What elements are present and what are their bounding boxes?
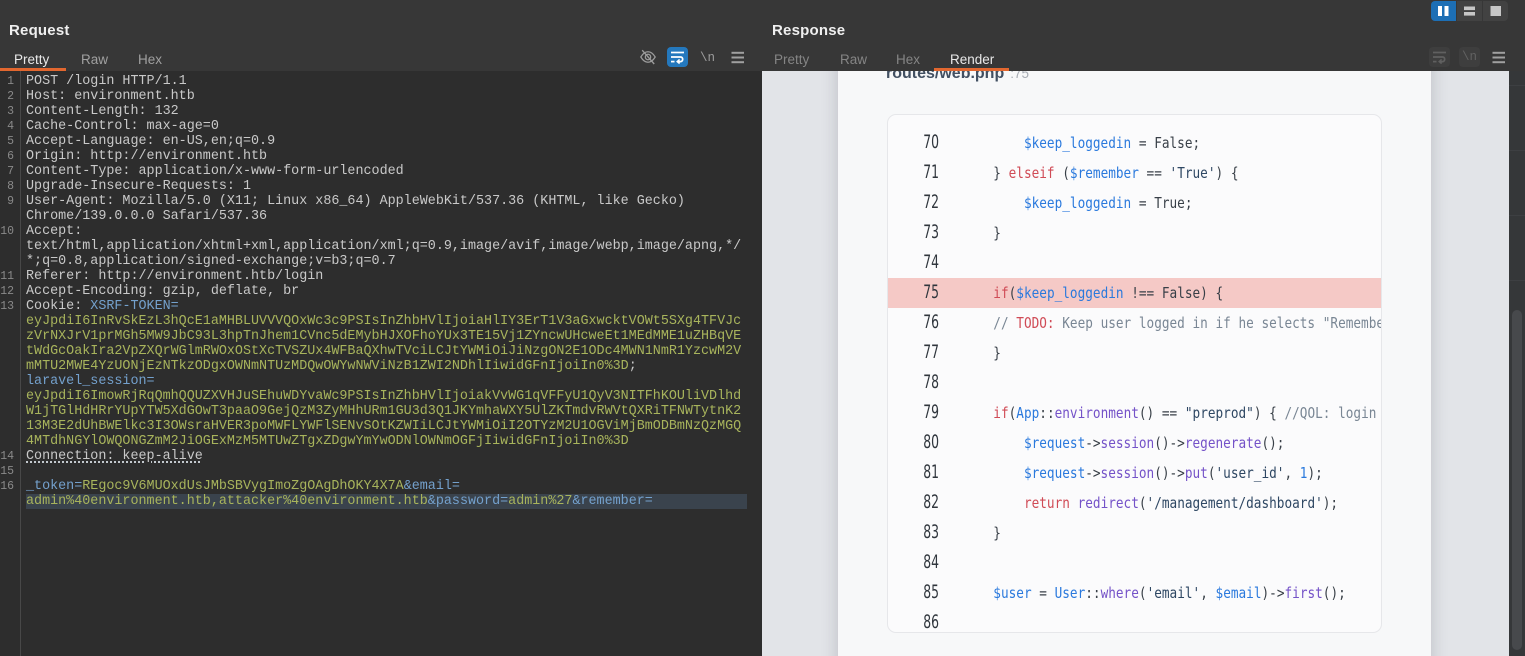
line-number: 8	[0, 179, 14, 194]
request-line: laravel_session=	[26, 374, 155, 389]
line-number: 15	[0, 464, 14, 479]
code-line: }	[932, 518, 1001, 548]
error-file-heading: routes/web.php :75	[886, 71, 1029, 83]
line-number: 6	[0, 149, 14, 164]
request-line: Chrome/139.0.0.0 Safari/537.36	[26, 209, 267, 224]
word-wrap-toggle-enabled[interactable]	[667, 47, 688, 67]
scrollbar-thumb[interactable]	[1512, 310, 1522, 650]
response-scrollbar[interactable]	[1509, 71, 1525, 656]
error-file-path: routes/web.php	[886, 71, 1004, 82]
request-line: Cache-Control: max-age=0	[26, 119, 219, 134]
request-line: Accept:	[26, 224, 82, 239]
request-line: *;q=0.8,application/signed-exchange;v=b3…	[26, 254, 396, 269]
line-number: 12	[0, 284, 14, 299]
line-number: 11	[0, 269, 14, 284]
code-snippet-card: 70 $keep_loggedin = False;71 } elseif ($…	[887, 114, 1382, 633]
request-line: _token=REgoc9V6MUOxdUsJMbSBVygImoZgOAgDh…	[26, 479, 460, 494]
request-line: 13M3E2dUhBWElkc3I3OWsraHVER3poMWFLYWFlSE…	[26, 419, 741, 434]
tab-raw[interactable]: Raw	[81, 52, 108, 67]
request-line: zVrNXJrV1prMGh5MW9JbC93L3hpTnJhem1CVnc5d…	[26, 329, 741, 344]
request-line: text/html,application/xhtml+xml,applicat…	[26, 239, 741, 254]
line-number: 7	[0, 164, 14, 179]
response-editor-menu-icon[interactable]	[1492, 51, 1506, 64]
request-line: Content-Type: application/x-www-form-url…	[26, 164, 404, 179]
line-number: 5	[0, 134, 14, 149]
request-line: Accept-Language: en-US,en;q=0.9	[26, 134, 275, 149]
layout-columns-button[interactable]	[1431, 1, 1456, 21]
scrollbar-tick	[1509, 215, 1525, 216]
code-line: $keep_loggedin = False;	[932, 128, 1200, 158]
tab-raw[interactable]: Raw	[840, 52, 867, 67]
hide-nonprintable-eye-slash-icon[interactable]	[639, 48, 657, 66]
code-line-number: 86	[905, 608, 939, 634]
request-line: POST /login HTTP/1.1	[26, 74, 187, 89]
request-line: tWdGcOakIra2VpZXQrWGlmRWOxOStXcTVSZUx4WF…	[26, 344, 741, 359]
code-line: $user = User::where('email', $email)->fi…	[932, 578, 1346, 608]
request-line: Cookie: XSRF-TOKEN=	[26, 299, 179, 314]
request-line: W1jTGlHdHRrYUpYTW5XdGOwT3paaO9GejQzM3ZyM…	[26, 404, 741, 419]
line-number: 10	[0, 224, 14, 239]
code-line: $request->session()->regenerate();	[932, 428, 1284, 458]
response-show-newlines-toggle-disabled: \n	[1459, 47, 1480, 67]
line-number: 13	[0, 299, 14, 314]
error-line-ref: :75	[1010, 71, 1029, 81]
tab-pretty[interactable]: Pretty	[14, 52, 49, 67]
layout-selector	[1431, 1, 1508, 21]
code-line: $request->session()->put('user_id', 1);	[932, 458, 1323, 488]
code-line: $keep_loggedin = True;	[932, 188, 1193, 218]
response-panel-title: Response	[772, 22, 845, 39]
code-line-number: 84	[905, 548, 939, 578]
tab-hex[interactable]: Hex	[896, 52, 920, 67]
line-number: 3	[0, 104, 14, 119]
request-editor-menu-icon[interactable]	[731, 51, 745, 64]
code-line: }	[932, 338, 1001, 368]
code-line: } elseif ($remember == 'True') {	[932, 158, 1239, 188]
line-number: 16	[0, 479, 14, 494]
tab-pretty[interactable]: Pretty	[774, 52, 809, 67]
tab-hex[interactable]: Hex	[138, 52, 162, 67]
request-line: mMTU2MWE4YzUONjEzNTkzODgxOWNmNTUzMDQwOWY…	[26, 359, 637, 374]
request-line: User-Agent: Mozilla/5.0 (X11; Linux x86_…	[26, 194, 685, 209]
scrollbar-tick	[1509, 280, 1525, 281]
top-chrome: Request Response Pretty Raw Hex Pretty Raw H…	[0, 0, 1525, 71]
code-line: // TODO: Keep user logged in if he selec…	[932, 308, 1382, 338]
request-line: Host: environment.htb	[26, 89, 195, 104]
response-render-view[interactable]: routes/web.php :75 70 $keep_loggedin = Fa…	[762, 71, 1509, 656]
tab-render[interactable]: Render	[950, 52, 994, 67]
request-line: admin%40environment.htb,attacker%40envir…	[26, 494, 747, 509]
request-editor[interactable]: 1 POST /login HTTP/1.1 2 Host: environment.…	[0, 71, 757, 656]
gutter-divider	[20, 71, 21, 656]
code-line: if($keep_loggedin !== False) {	[932, 278, 1223, 308]
request-line: Referer: http://environment.htb/login	[26, 269, 323, 284]
response-word-wrap-toggle-disabled	[1429, 47, 1450, 67]
code-line-number: 74	[905, 248, 939, 278]
layout-rows-button[interactable]	[1457, 1, 1482, 21]
line-number: 14	[0, 449, 14, 464]
line-number: 9	[0, 194, 14, 209]
line-number: 1	[0, 74, 14, 89]
code-line: }	[932, 218, 1001, 248]
scrollbar-tick	[1509, 150, 1525, 151]
line-number: 4	[0, 119, 14, 134]
code-line: if(App::environment() == "preprod") { //…	[932, 398, 1382, 428]
request-line: 4MTdhNGYlOWQONGZmM2JiOGExMzM5MTUwZTgxZDg…	[26, 434, 629, 449]
line-number: 2	[0, 89, 14, 104]
request-line: Origin: http://environment.htb	[26, 149, 267, 164]
layout-single-button[interactable]	[1483, 1, 1508, 21]
scrollbar-tick	[1509, 85, 1525, 86]
request-line: Accept-Encoding: gzip, deflate, br	[26, 284, 299, 299]
request-line: Connection: keep-alive	[26, 449, 203, 464]
code-line: return redirect('/management/dashboard')…	[932, 488, 1338, 518]
request-line: eyJpdiI6ImowRjRqQmhQQUZXVHJuSEhuWDYvaWc9…	[26, 389, 741, 404]
code-line-number: 78	[905, 368, 939, 398]
request-line: Content-Length: 132	[26, 104, 179, 119]
request-line: eyJpdiI6InRvSkEzL3hQcE1aMHBLUVVVQOxWc3c9…	[26, 314, 741, 329]
request-panel-title: Request	[9, 22, 70, 39]
show-newlines-toggle[interactable]: \n	[700, 51, 715, 65]
request-line: Upgrade-Insecure-Requests: 1	[26, 179, 251, 194]
